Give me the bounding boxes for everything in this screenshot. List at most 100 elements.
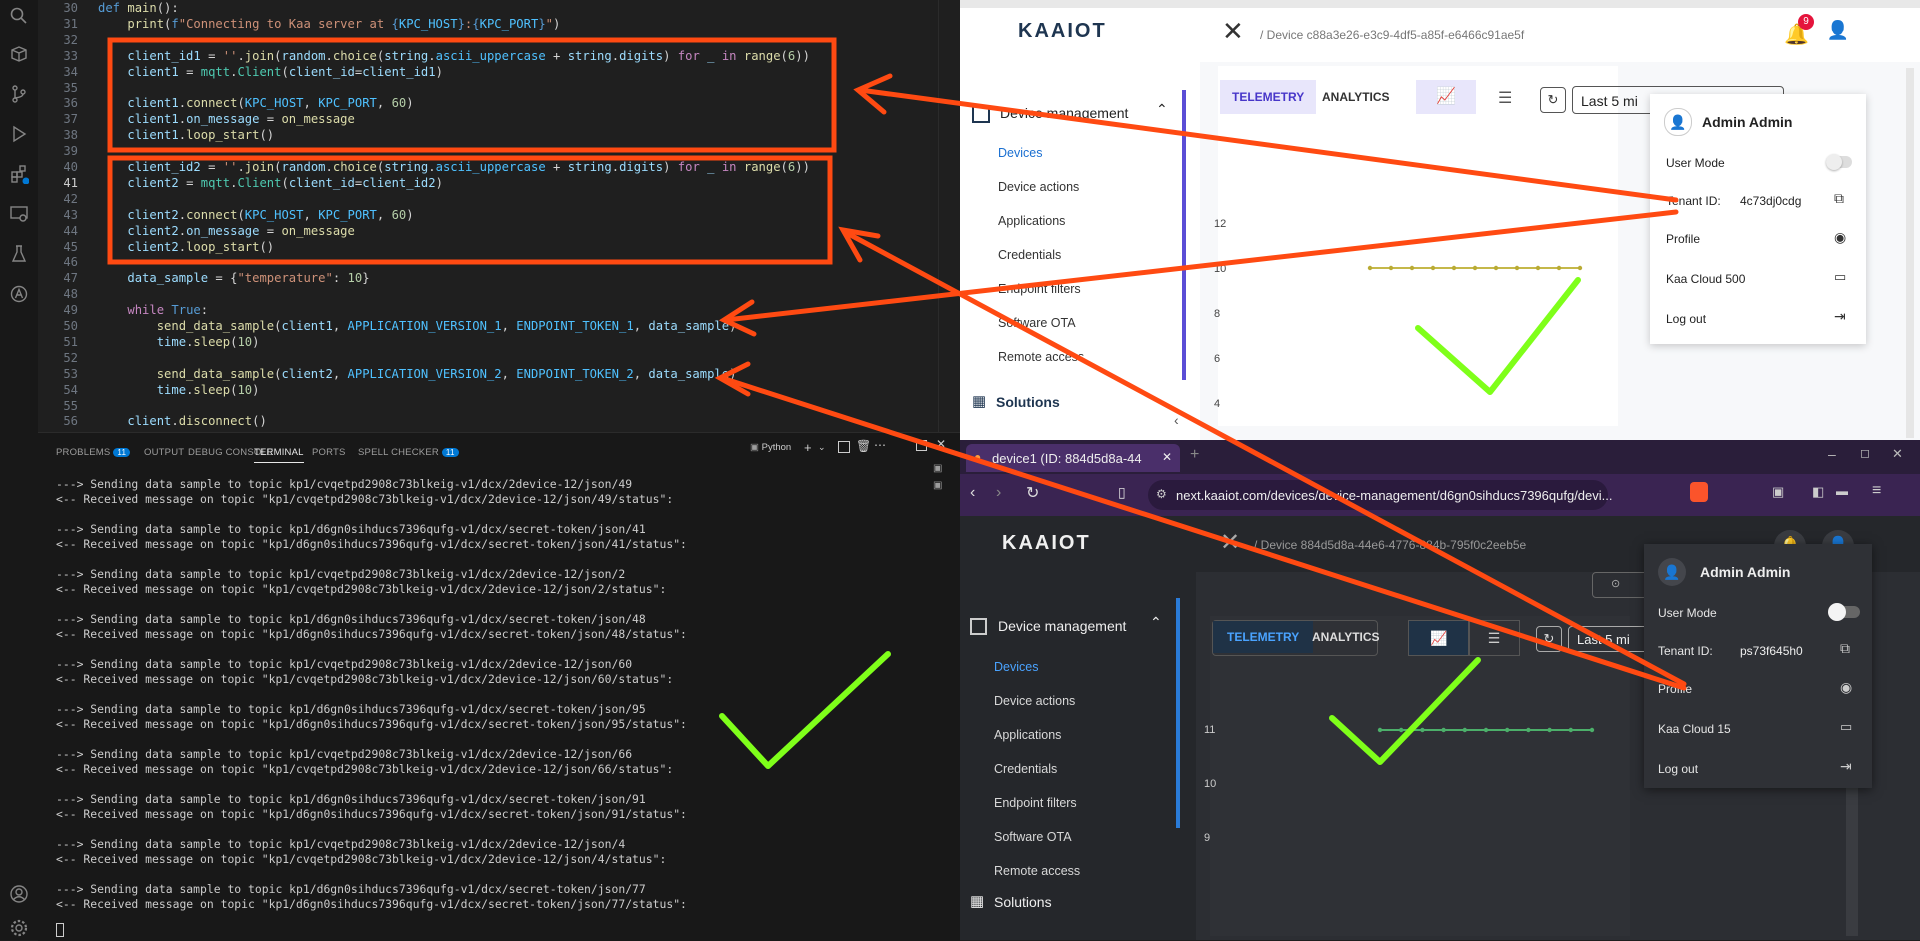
panel-tab-ports[interactable]: PORTS	[312, 447, 346, 458]
menu-plan[interactable]: Kaa Cloud 500	[1666, 272, 1745, 286]
sidebar-item-device-actions[interactable]: Device actions	[998, 180, 1079, 194]
code-line[interactable]: 54 time.sleep(10)	[38, 382, 960, 398]
extensions-box-icon[interactable]	[9, 44, 29, 64]
code-line[interactable]: 49 while True:	[38, 302, 960, 318]
maximize-panel-icon[interactable]	[916, 440, 927, 451]
editor-scrollbar[interactable]	[938, 0, 953, 432]
back-icon[interactable]: ‹	[970, 484, 975, 502]
menu-profile[interactable]: Profile	[1666, 232, 1700, 246]
solutions-item[interactable]: Solutions	[996, 394, 1060, 410]
more-icon[interactable]: ⋯	[874, 438, 886, 452]
code-line[interactable]: 32	[38, 32, 960, 48]
sidebar-scrollbar-dark[interactable]	[1176, 598, 1180, 828]
menu-logout-dark[interactable]: Log out	[1658, 762, 1698, 776]
trash-icon[interactable]: 🗑	[856, 439, 871, 453]
browser-menu-icon[interactable]: ≡	[1872, 482, 1881, 500]
source-control-icon[interactable]	[9, 84, 29, 104]
sidebar-item-applications[interactable]: Applications	[994, 728, 1061, 742]
sidebar-item-remote-access[interactable]: Remote access	[994, 864, 1080, 878]
sidebar-scrollbar[interactable]	[1182, 90, 1186, 380]
code-line[interactable]: 37 client1.on_message = on_message	[38, 111, 960, 127]
window-maximize-icon[interactable]: ◻	[1860, 446, 1870, 460]
terminal-tab-icon[interactable]: ▣	[933, 463, 942, 474]
user-mode-toggle[interactable]	[1826, 154, 1852, 170]
code-line[interactable]: 42	[38, 191, 960, 207]
sidebar-item-credentials[interactable]: Credentials	[994, 762, 1057, 776]
code-line[interactable]: 47 data_sample = {"temperature": 10}	[38, 270, 960, 286]
code-line[interactable]: 33 client_id1 = ''.join(random.choice(st…	[38, 48, 960, 64]
sidebar-item-devices[interactable]: Devices	[994, 660, 1038, 674]
code-line[interactable]: 39	[38, 143, 960, 159]
code-editor[interactable]: 30 def main(): 31 print(f"Connecting to Ka…	[38, 0, 960, 432]
panel-tab-output[interactable]: OUTPUT	[144, 447, 184, 458]
panel-tab-spell-checker[interactable]: SPELL CHECKER 11	[358, 447, 459, 458]
terminal-tab-icon-2[interactable]: ▣	[933, 480, 942, 491]
menu-logout[interactable]: Log out	[1666, 312, 1706, 326]
code-line[interactable]: 44 client2.on_message = on_message	[38, 223, 960, 239]
panel-tab-terminal[interactable]: TERMINAL	[254, 447, 304, 463]
copy-icon-dark[interactable]: ⧉	[1840, 640, 1850, 657]
code-line[interactable]: 31 print(f"Connecting to Kaa server at {…	[38, 16, 960, 32]
collapse-sidebar-icon[interactable]: ‹	[1174, 412, 1179, 428]
browser-tab[interactable]: ● device1 (ID: 884d5d8a-44 ✕	[966, 444, 1180, 472]
code-line[interactable]: 45 client2.loop_start()	[38, 239, 960, 255]
user-mode-toggle-dark[interactable]	[1828, 603, 1860, 621]
search-icon[interactable]	[9, 6, 29, 26]
new-tab-icon[interactable]: +	[1190, 446, 1199, 464]
sidebar-item-devices[interactable]: Devices	[998, 146, 1042, 160]
sidebar-toggle-icon[interactable]: ◧	[1812, 484, 1824, 500]
collapse-chevron-icon[interactable]: ⌃	[1156, 101, 1168, 118]
code-line[interactable]: 53 send_data_sample(client2, APPLICATION…	[38, 366, 960, 382]
account-icon[interactable]	[9, 884, 29, 904]
reload-icon[interactable]: ↻	[1026, 483, 1039, 503]
bookmark-icon[interactable]: ▯	[1118, 484, 1126, 501]
add-terminal-icon[interactable]: +	[804, 440, 812, 455]
extensions-icon[interactable]	[9, 164, 29, 184]
sidebar-item-device-actions[interactable]: Device actions	[994, 694, 1075, 708]
brave-shield-icon[interactable]	[1690, 482, 1708, 502]
run-debug-icon[interactable]	[9, 124, 29, 144]
code-line[interactable]: 51 time.sleep(10)	[38, 334, 960, 350]
forward-icon[interactable]: ›	[996, 484, 1001, 502]
menu-plan-dark[interactable]: Kaa Cloud 15	[1658, 722, 1731, 736]
sidebar-item-credentials[interactable]: Credentials	[998, 248, 1061, 262]
terminal-kind[interactable]: ▣ Python	[750, 442, 791, 453]
window-close-icon[interactable]: ✕	[1892, 446, 1903, 462]
window-minimize-icon[interactable]: –	[1828, 446, 1836, 462]
sidebar-item-software-ota[interactable]: Software OTA	[998, 316, 1076, 330]
code-line[interactable]: 52	[38, 350, 960, 366]
testing-flask-icon[interactable]	[9, 244, 29, 264]
accounts-a-icon[interactable]	[9, 284, 29, 304]
panel-tab-problems[interactable]: PROBLEMS 11	[56, 447, 131, 458]
section-device-management-dark[interactable]: Device management	[998, 618, 1126, 634]
address-bar[interactable]: ⚙ next.kaaiot.com/devices/device-managem…	[1148, 480, 1613, 510]
code-line[interactable]: 41 client2 = mqtt.Client(client_id=clien…	[38, 175, 960, 191]
sidebar-item-remote-access[interactable]: Remote access	[998, 350, 1084, 364]
site-info-icon[interactable]: ⚙	[1156, 487, 1167, 501]
code-line[interactable]: 50 send_data_sample(client1, APPLICATION…	[38, 318, 960, 334]
kaaiot-logo[interactable]: KAAIOT	[1018, 20, 1107, 43]
chevron-down-icon[interactable]: ⌄	[818, 442, 826, 453]
sidebar-item-endpoint-filters[interactable]: Endpoint filters	[994, 796, 1077, 810]
split-terminal-icon[interactable]	[838, 441, 850, 453]
page-scrollbar[interactable]	[1906, 68, 1914, 438]
wallet-icon[interactable]: ▬	[1836, 484, 1848, 498]
code-line[interactable]: 43 client2.connect(KPC_HOST, KPC_PORT, 6…	[38, 207, 960, 223]
code-line[interactable]: 55	[38, 398, 960, 414]
settings-gear-icon[interactable]	[9, 918, 29, 938]
code-line[interactable]: 36 client1.connect(KPC_HOST, KPC_PORT, 6…	[38, 95, 960, 111]
close-tab-icon[interactable]: ✕	[1162, 450, 1172, 464]
code-line[interactable]: 46	[38, 254, 960, 270]
code-line[interactable]: 34 client1 = mqtt.Client(client_id=clien…	[38, 64, 960, 80]
code-line[interactable]: 40 client_id2 = ''.join(random.choice(st…	[38, 159, 960, 175]
collapse-chevron-icon-dark[interactable]: ⌃	[1150, 614, 1162, 631]
code-line[interactable]: 30 def main():	[38, 0, 960, 16]
sidebar-item-endpoint-filters[interactable]: Endpoint filters	[998, 282, 1081, 296]
sidebar-item-software-ota[interactable]: Software OTA	[994, 830, 1072, 844]
kaaiot-logo-dark[interactable]: KAAIOT	[1002, 532, 1091, 555]
menu-profile-dark[interactable]: Profile	[1658, 682, 1692, 696]
code-line[interactable]: 38 client1.loop_start()	[38, 127, 960, 143]
close-panel-icon[interactable]: ✕	[936, 437, 946, 451]
remote-explorer-icon[interactable]	[9, 204, 29, 224]
code-line[interactable]: 48	[38, 286, 960, 302]
